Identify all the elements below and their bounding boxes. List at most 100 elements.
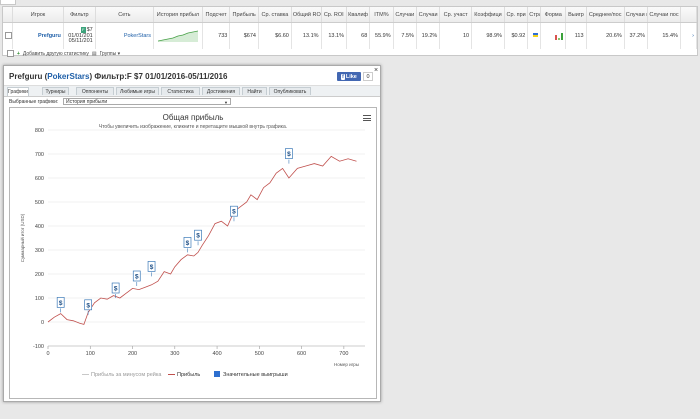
tab-tournaments[interactable]: Турниры <box>42 87 69 95</box>
column-header[interactable]: История прибыл <box>153 7 203 23</box>
column-header[interactable]: Подсчет <box>202 7 231 23</box>
column-header[interactable]: Случаи пос <box>647 7 681 23</box>
column-header[interactable]: Коэффици <box>471 7 505 23</box>
tab-statistics[interactable]: Статистика <box>161 87 200 95</box>
big-win-marker-label: $ <box>150 264 154 271</box>
table-row[interactable]: Prefguru F $7 01/01/201 05/11/201 PokerSt… <box>3 22 698 49</box>
cases-pos2-cell: 15.4% <box>647 22 681 49</box>
checkbox-icon[interactable] <box>5 31 12 39</box>
column-header[interactable]: Ср. участ <box>439 7 473 23</box>
column-header[interactable]: Сеть <box>95 7 155 23</box>
chart-menu-icon[interactable] <box>363 115 371 123</box>
column-header[interactable]: Ср. ставка <box>258 7 292 23</box>
qualif-cell: 68 <box>346 22 371 49</box>
big-win-marker-label: $ <box>186 240 190 247</box>
wins-cell: 113 <box>565 22 587 49</box>
chart-title: Общая прибыль <box>163 113 224 122</box>
y-tick-label: 400 <box>35 224 44 230</box>
tab-achievements[interactable]: Достижения <box>202 87 240 95</box>
tab-publish[interactable]: Опубликовать <box>269 87 311 95</box>
tab-graphs[interactable]: Графики <box>7 87 29 96</box>
column-header[interactable]: Игрок <box>12 7 64 23</box>
y-tick-label: 200 <box>35 272 44 278</box>
row-arrow-link[interactable]: › <box>692 33 694 39</box>
column-header[interactable]: Квалиф <box>346 7 371 23</box>
table-header-row: Игрок Фильтр Сеть История прибыл Подсчет Приб… <box>3 7 698 23</box>
big-win-marker: $ <box>230 205 238 222</box>
add-stat-link[interactable]: Добавить другую статистику <box>23 51 89 57</box>
modal-title-site-link[interactable]: PokerStars <box>47 72 89 81</box>
facebook-like-button[interactable]: f Like <box>337 72 361 81</box>
form-bar-icon <box>558 37 561 40</box>
y-tick-label: -100 <box>33 344 44 350</box>
top-strip <box>0 0 16 5</box>
facebook-like-count: 0 <box>363 72 373 81</box>
chart-frame: Общая прибыль Чтобы увеличить изображение… <box>9 107 377 399</box>
player-name-link[interactable]: Prefguru <box>38 33 61 39</box>
site-link[interactable]: PokerStars <box>124 33 151 39</box>
big-win-marker-label: $ <box>114 286 118 293</box>
table-footer: + Добавить другую статистику ▤ Группы ▾ <box>7 50 120 57</box>
x-tick-label: 500 <box>255 351 264 357</box>
column-header[interactable]: Общий ROI <box>291 7 322 23</box>
legend-label: Значительные выигрыши <box>223 372 288 378</box>
column-header[interactable]: Среднее/пос <box>586 7 625 23</box>
big-win-marker: $ <box>56 297 65 313</box>
modal-title-player: Prefguru <box>9 72 43 81</box>
form-cell <box>540 22 567 49</box>
column-header[interactable]: ITM% <box>369 7 394 23</box>
x-tick-label: 400 <box>212 351 221 357</box>
avg-pos-cell: 20.6% <box>586 22 625 49</box>
sparkline-chart <box>157 30 198 42</box>
column-header[interactable]: Ср. при <box>504 7 529 23</box>
x-tick-label: 600 <box>297 351 306 357</box>
big-win-marker: $ <box>194 229 202 246</box>
x-tick-label: 300 <box>170 351 179 357</box>
stats-table: Игрок Фильтр Сеть История прибыл Подсчет Приб… <box>3 7 698 49</box>
column-header[interactable]: Случаи <box>416 7 441 23</box>
profit-sparkline[interactable] <box>153 22 203 49</box>
big-win-marker-label: $ <box>135 274 139 281</box>
x-tick-label: 200 <box>128 351 137 357</box>
chevron-down-icon: ▼ <box>224 100 228 105</box>
legend-swatch <box>214 371 220 377</box>
row-checkbox[interactable] <box>3 22 14 49</box>
tab-find[interactable]: Найти <box>242 87 267 95</box>
column-header[interactable]: Случаи <box>393 7 417 23</box>
modal-title: Prefguru (PokerStars) Фильтр:F $7 01/01/… <box>9 72 227 81</box>
cases1-cell: 7.5% <box>393 22 417 49</box>
selected-graphs-label: Выбранные графики: <box>9 99 59 105</box>
profit-chart[interactable]: Общая прибыльЧтобы увеличить изображение… <box>10 108 376 398</box>
y-tick-label: 700 <box>35 152 44 158</box>
column-header[interactable]: Фильтр <box>63 7 96 23</box>
column-header[interactable]: Стра <box>527 7 541 23</box>
selected-graphs-dropdown[interactable]: История прибыли ▼ <box>63 98 231 105</box>
big-win-marker-label: $ <box>196 233 200 240</box>
tab-favorite-games[interactable]: Любимые игры <box>116 87 159 95</box>
x-axis-label: Номер игры <box>334 362 359 367</box>
modal-title-filter: Фильтр:F $7 01/01/2016-05/11/2016 <box>92 72 228 81</box>
column-header[interactable]: Случаи пос <box>624 7 649 23</box>
big-win-marker: $ <box>285 148 293 164</box>
form-bar-icon <box>561 32 564 40</box>
y-tick-label: 300 <box>35 248 44 254</box>
plus-icon: + <box>17 50 20 57</box>
column-header[interactable] <box>3 7 14 23</box>
avg-pr-cell: $0.92 <box>504 22 529 49</box>
stats-modal: Prefguru (PokerStars) Фильтр:F $7 01/01/… <box>3 65 381 402</box>
selected-graphs-value: История прибыли <box>66 99 108 105</box>
close-icon[interactable]: × <box>374 67 378 74</box>
footer-checkbox-icon[interactable] <box>7 50 14 57</box>
column-header[interactable] <box>680 7 698 23</box>
legend-label: Прибыль за минусом рейка <box>91 371 162 378</box>
column-header[interactable]: Форма <box>540 7 567 23</box>
groups-dropdown[interactable]: Группы ▾ <box>100 51 121 57</box>
flag-icon <box>532 33 538 37</box>
column-header[interactable]: Выигр <box>565 7 587 23</box>
column-header[interactable]: Ср. ROI <box>321 7 347 23</box>
filter-cell: F $7 01/01/201 05/11/201 <box>63 22 96 49</box>
column-header[interactable]: Прибыль <box>229 7 259 23</box>
coeff-cell: 98.9% <box>471 22 505 49</box>
tab-opponents[interactable]: Оппоненты <box>76 87 114 95</box>
big-win-marker-label: $ <box>59 300 63 307</box>
